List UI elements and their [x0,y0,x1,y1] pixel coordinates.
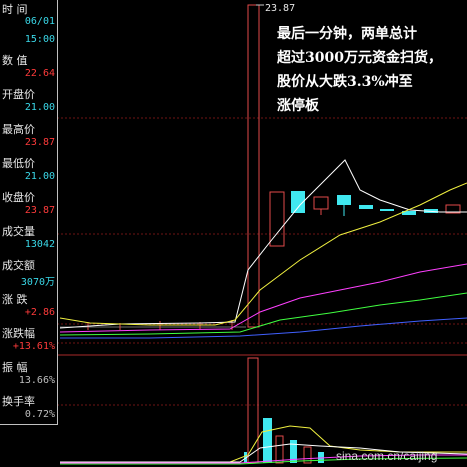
grid [57,117,467,406]
low-value: 21.00 [24,171,55,182]
time-label: 时 间 [2,3,28,16]
watermark: sina.com.cn/caijing [336,449,438,463]
high-value: 23.87 [24,137,55,148]
close-label: 收盘价 [2,191,35,204]
annotation-line: 股价从大跌3.3%冲至 [277,74,413,90]
turnover-value: 0.72% [24,409,55,420]
high-price-marker: 23.87 [265,3,296,14]
ma-yellow [59,182,467,326]
close-value: 23.87 [24,205,55,216]
open-value: 21.00 [24,102,55,113]
volume-bar [275,435,284,464]
amplitude-value: 13.66% [18,375,55,386]
candle [313,196,329,210]
amount-value: 3070万 [20,277,55,288]
amount-label: 成交额 [2,259,35,272]
candle [269,191,285,247]
annotation-line: 超过3000万元资金扫货， [277,50,442,66]
annotation-text: 最后一分钟，两单总计 超过3000万元资金扫货， 股价从大跌3.3%冲至 涨停板 [277,22,465,118]
turnover-label: 换手率 [2,395,35,408]
time-value: 15:00 [24,34,55,45]
ma-green [59,292,467,336]
ma-blue [60,317,467,339]
candle [337,195,351,205]
change-pct-value: +13.61% [12,341,55,352]
low-label: 最低价 [2,157,35,170]
high-label: 最高价 [2,123,35,136]
annotation-line: 最后一分钟，两单总计 [277,26,417,42]
volume-value: 13042 [24,239,55,250]
ma-white [59,159,467,329]
volume-label: 成交量 [2,225,35,238]
volume-bar [263,418,272,463]
candle [380,209,394,211]
date-value: 06/01 [24,16,55,27]
candle [359,205,373,209]
value-value: 22.64 [24,68,55,79]
spike-candle [247,4,260,328]
change-value: +2.86 [24,307,55,318]
amplitude-label: 振 幅 [2,361,28,374]
info-panel: 时 间 06/01 15:00 数 值 22.64 开盘价 21.00 最高价 … [0,0,58,425]
change-pct-label: 涨跌幅 [2,327,35,340]
open-label: 开盘价 [2,88,35,101]
value-label: 数 值 [2,54,28,67]
annotation-line: 涨停板 [277,98,319,114]
change-label: 涨 跌 [2,293,28,306]
